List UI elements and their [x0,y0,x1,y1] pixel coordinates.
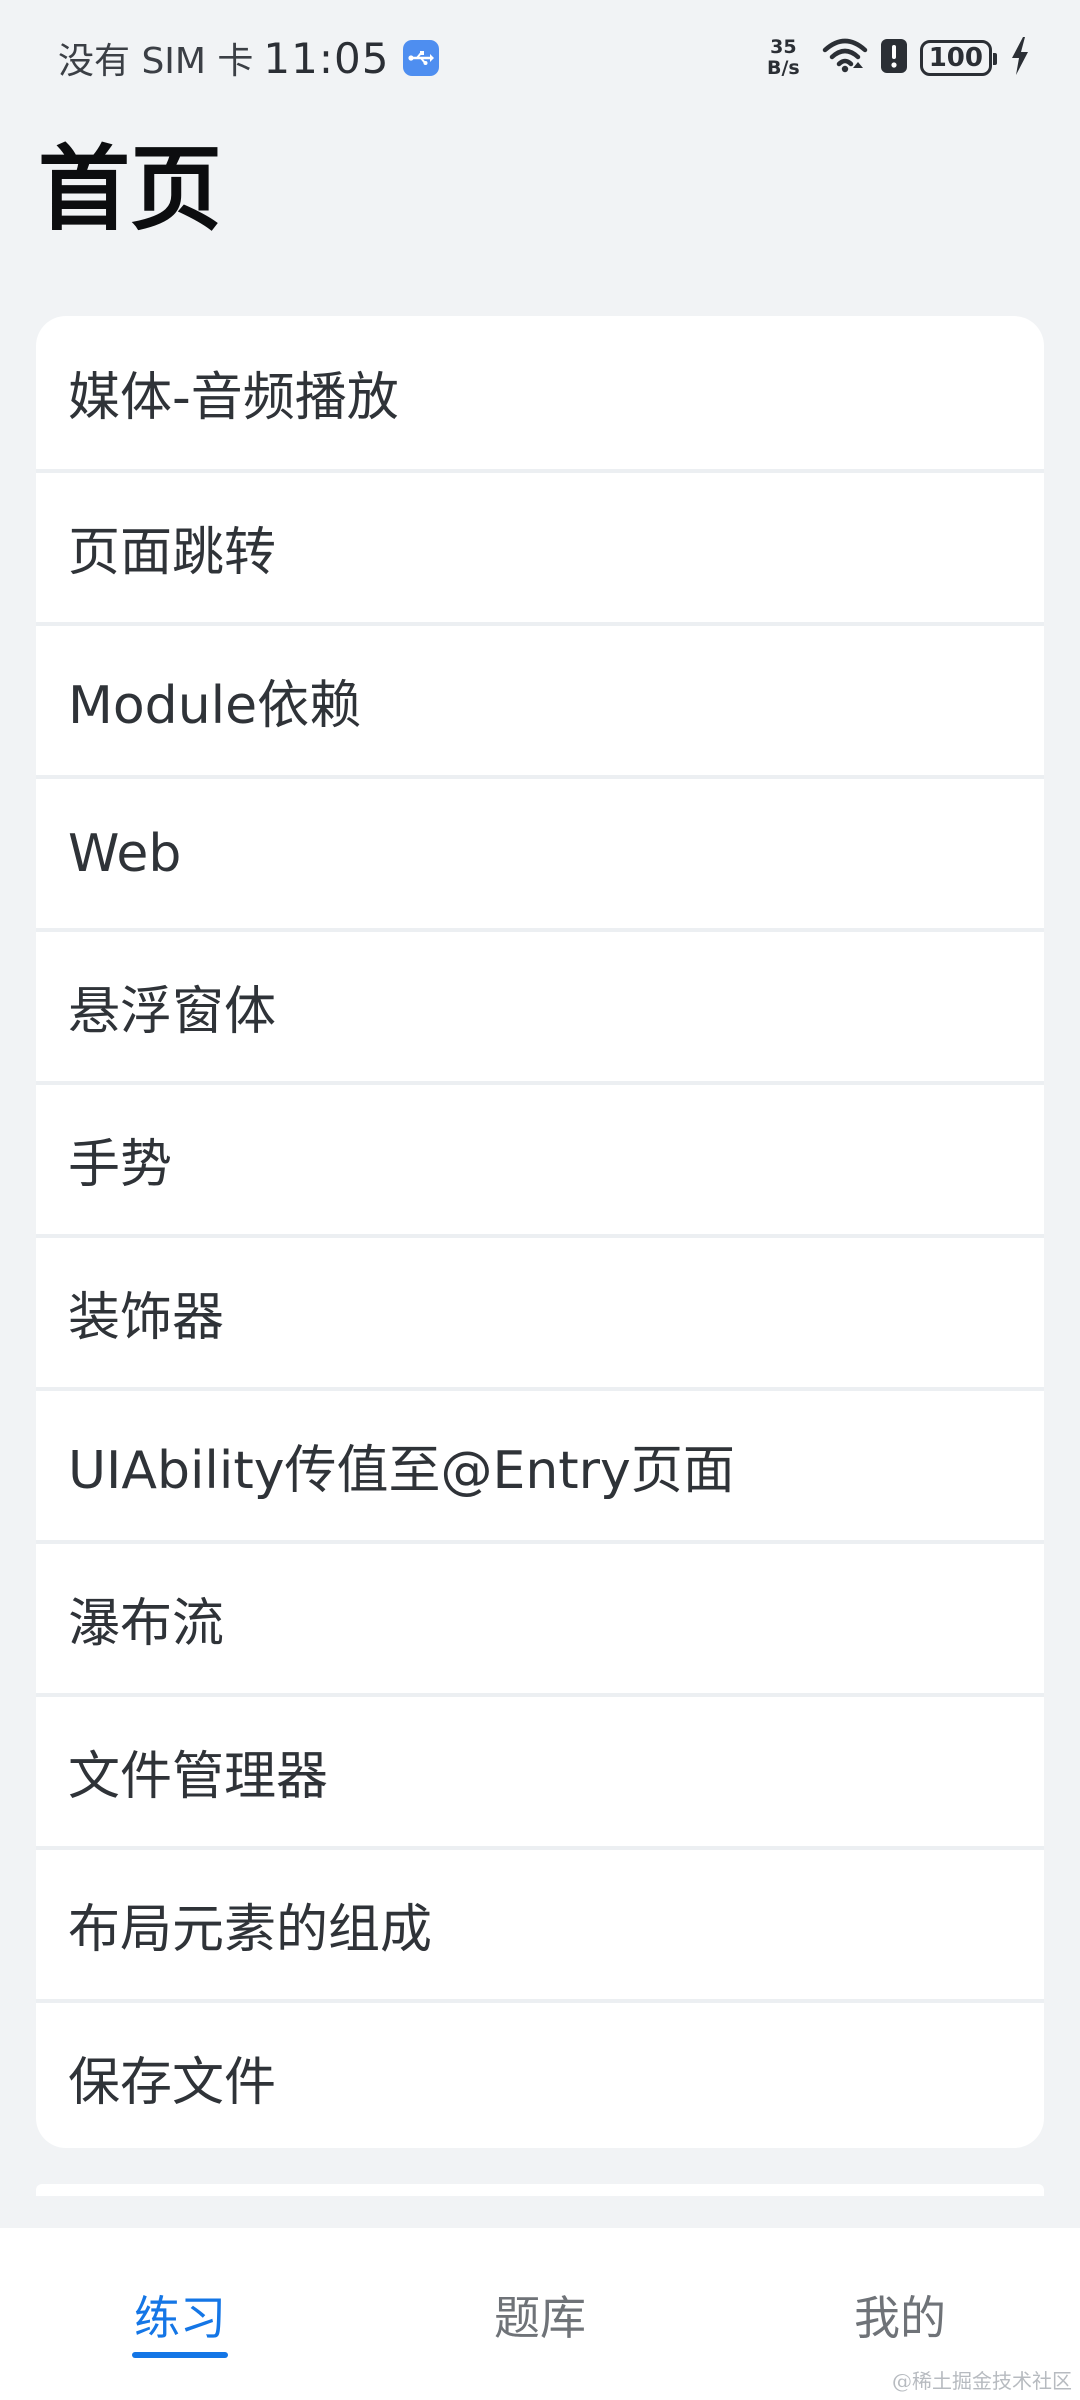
next-card-edge [36,2184,1044,2196]
tab-indicator-placeholder [492,2352,588,2358]
list-item-layout-elements[interactable]: 布局元素的组成 [36,1846,1044,1999]
charging-bolt-icon [1010,37,1030,79]
list-item-page-navigation[interactable]: 页面跳转 [36,469,1044,622]
battery-indicator: 100 [919,40,998,76]
list-item-floating-window[interactable]: 悬浮窗体 [36,928,1044,1081]
list-item-web[interactable]: Web [36,775,1044,928]
watermark: @稀土掘金技术社区 [892,2369,1072,2393]
clock: 11:05 [263,33,390,83]
list-item-gestures[interactable]: 手势 [36,1081,1044,1234]
carrier-text: 没有 SIM 卡 [58,41,254,82]
status-left: 没有 SIM 卡 11:05 [58,30,440,86]
tab-mine-label: 我的 [854,2291,946,2345]
list-item-file-manager[interactable]: 文件管理器 [36,1693,1044,1846]
list-item-audio-playback[interactable]: 媒体-音频播放 [36,316,1044,469]
alert-icon [880,38,908,78]
list-item-decorators[interactable]: 装饰器 [36,1234,1044,1387]
list-item-save-file[interactable]: 保存文件 [36,1999,1044,2148]
tab-practice-label: 练习 [134,2291,226,2345]
list-item-module-dependency[interactable]: Module依赖 [36,622,1044,775]
usb-icon [403,40,440,76]
network-speed-value: 35 [770,36,797,58]
network-speed: 35 B/s [767,37,800,79]
tab-question-bank[interactable]: 题库 [360,2228,720,2400]
wifi-icon [822,38,868,78]
tab-active-indicator [132,2352,228,2358]
menu-list: 媒体-音频播放 页面跳转 Module依赖 Web 悬浮窗体 手势 装饰器 UI… [36,316,1044,2148]
tab-practice[interactable]: 练习 [0,2228,360,2400]
list-item-waterfall-flow[interactable]: 瀑布流 [36,1540,1044,1693]
network-speed-unit: B/s [766,57,800,79]
status-right: 35 B/s 100 [767,32,1030,84]
status-bar: 没有 SIM 卡 11:05 35 B/s 100 [0,0,1080,112]
list-item-uiability-params[interactable]: UIAbility传值至@Entry页面 [36,1387,1044,1540]
page-title: 首页 [38,136,223,243]
tab-question-bank-label: 题库 [494,2291,586,2345]
tab-indicator-placeholder [852,2352,948,2358]
